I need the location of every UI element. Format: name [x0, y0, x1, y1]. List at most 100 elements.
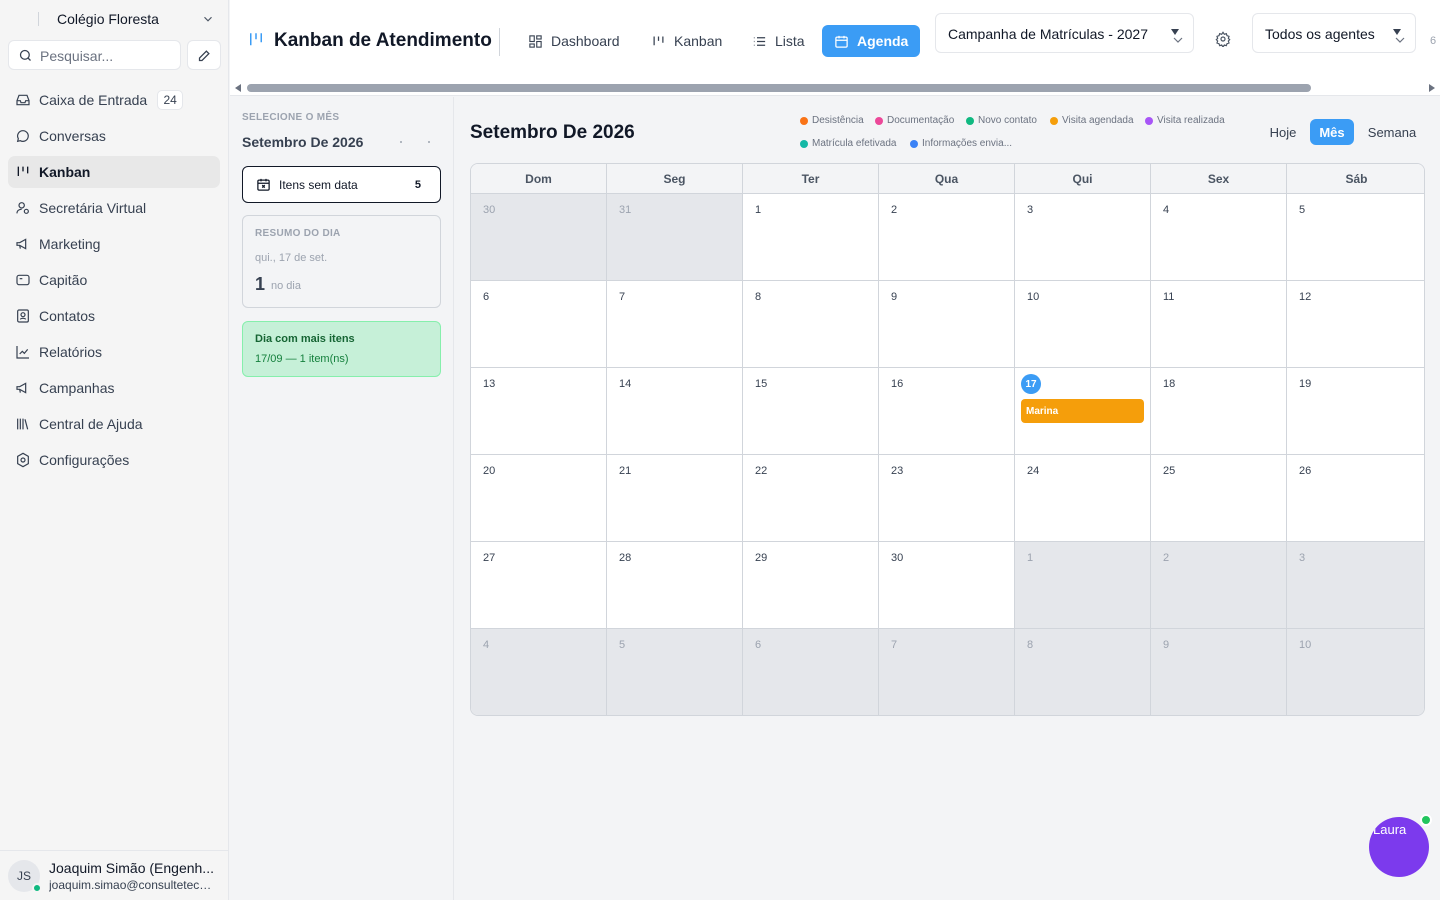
gear-icon[interactable] [1215, 31, 1231, 47]
today-button[interactable]: Hoje [1261, 119, 1305, 145]
calendar-day-cell[interactable]: 24 [1015, 455, 1151, 542]
calendar-day-cell[interactable]: 18 [1151, 368, 1287, 455]
calendar-day-cell[interactable]: 8 [743, 281, 879, 368]
calendar-day-cell[interactable]: 10 [1015, 281, 1151, 368]
sidebar-item-conversas[interactable]: Conversas [8, 120, 220, 152]
sidebar-item-relatorios[interactable]: Relatórios [8, 336, 220, 368]
campaign-select[interactable]: Campanha de Matrículas - 2027 [935, 13, 1194, 53]
list-icon [753, 36, 766, 46]
calendar-day-cell[interactable]: 25 [1151, 455, 1287, 542]
calendar-day-cell[interactable]: 7 [879, 629, 1015, 715]
calendar-day-cell[interactable]: 12 [1287, 281, 1424, 368]
calendar-day-cell[interactable]: 28 [607, 542, 743, 629]
weekday-header-cell: Qui [1015, 164, 1151, 194]
sidebar-item-kanban[interactable]: Kanban [8, 156, 220, 188]
sidebar-item-central-de-ajuda[interactable]: Central de Ajuda [8, 408, 220, 440]
no-date-items-button[interactable]: Itens sem data 5 [242, 166, 441, 203]
chat-bubble-icon [16, 130, 29, 143]
calendar-day-cell[interactable]: 13 [471, 368, 607, 455]
sidebar-item-campanhas[interactable]: Campanhas [8, 372, 220, 404]
search-input[interactable] [40, 46, 175, 66]
calendar-day-cell[interactable]: 27 [471, 542, 607, 629]
tab-label: Kanban [674, 33, 723, 49]
calendar-day-cell[interactable]: 14 [607, 368, 743, 455]
calendar-day-cell[interactable]: 4 [471, 629, 607, 715]
user-cog-icon [16, 202, 29, 214]
compose-button[interactable] [187, 40, 221, 70]
calendar-day-cell[interactable]: 3 [1015, 194, 1151, 281]
calendar-day-cell[interactable]: 29 [743, 542, 879, 629]
scroll-left-icon[interactable] [235, 84, 241, 92]
calendar-day-cell[interactable]: 30 [471, 194, 607, 281]
calendar-day-cell[interactable]: 5 [607, 629, 743, 715]
calendar-day-cell[interactable]: 8 [1015, 629, 1151, 715]
sidebar-item-configuracoes[interactable]: Configurações [8, 444, 220, 476]
day-number: 22 [755, 465, 768, 477]
calendar-day-cell[interactable]: 21 [607, 455, 743, 542]
calendar-day-cell[interactable]: 31 [607, 194, 743, 281]
sidebar-item-label: Secretária Virtual [39, 200, 147, 216]
month-panel: SELECIONE O MÊS Setembro De 2026 Itens s… [230, 97, 454, 900]
calendar-day-cell[interactable]: 2 [879, 194, 1015, 281]
day-number: 4 [483, 639, 490, 651]
sidebar-item-secretaria-virtual[interactable]: Secretária Virtual [8, 192, 220, 224]
calendar-day-cell[interactable]: 22 [743, 455, 879, 542]
sidebar-item-capitao[interactable]: Capitão [8, 264, 220, 296]
calendar-day-cell[interactable]: 9 [1151, 629, 1287, 715]
month-picker-value[interactable]: Setembro De 2026 [242, 134, 363, 150]
next-month-icon[interactable] [428, 141, 430, 143]
calendar-day-cell[interactable]: 7 [607, 281, 743, 368]
sidebar-item-inbox[interactable]: Caixa de Entrada 24 [8, 84, 220, 116]
user-profile[interactable]: JS Joaquim Simão (Engenh... joaquim.sima… [0, 850, 229, 900]
busiest-day-card[interactable]: Dia com mais itens 17/09 — 1 item(ns) [242, 321, 441, 377]
calendar-day-cell[interactable]: 19 [1287, 368, 1424, 455]
day-number: 11 [1163, 291, 1175, 303]
calendar-day-cell[interactable]: 17 Marina [1015, 368, 1151, 455]
calendar-day-cell[interactable]: 6 [743, 629, 879, 715]
kanban-icon [653, 36, 664, 45]
sidebar-nav: Caixa de Entrada 24 Conversas Kanban Sec… [8, 84, 220, 480]
day-number: 16 [891, 378, 904, 390]
legend-dot [1145, 116, 1153, 125]
chevron-down-icon[interactable] [201, 12, 215, 26]
calendar-day-cell[interactable]: 11 [1151, 281, 1287, 368]
day-number: 8 [1027, 639, 1034, 651]
calendar-day-cell[interactable]: 26 [1287, 455, 1424, 542]
calendar-event[interactable]: Marina [1021, 399, 1144, 423]
calendar-day-cell[interactable]: 10 [1287, 629, 1424, 715]
calendar-day-cell[interactable]: 3 [1287, 542, 1424, 629]
tab-kanban[interactable]: Kanban [643, 25, 730, 57]
calendar-day-cell[interactable]: 5 [1287, 194, 1424, 281]
tab-dashboard[interactable]: Dashboard [520, 25, 628, 57]
horizontal-scrollbar[interactable] [230, 80, 1440, 96]
day-number: 8 [755, 291, 762, 303]
scrollbar-thumb[interactable] [247, 84, 1311, 92]
day-number: 18 [1163, 378, 1176, 390]
calendar-day-cell[interactable]: 1 [1015, 542, 1151, 629]
prev-month-icon[interactable] [400, 141, 402, 143]
tab-lista[interactable]: Lista [744, 25, 813, 57]
month-view-button[interactable]: Mês [1310, 119, 1354, 145]
calendar-day-cell[interactable]: 4 [1151, 194, 1287, 281]
calendar-day-cell[interactable]: 23 [879, 455, 1015, 542]
day-number: 3 [1299, 552, 1306, 564]
week-view-button[interactable]: Semana [1361, 119, 1423, 145]
calendar-day-cell[interactable]: 2 [1151, 542, 1287, 629]
org-switcher[interactable]: Colégio Floresta [0, 0, 229, 38]
calendar-day-cell[interactable]: 30 [879, 542, 1015, 629]
day-number: 9 [1163, 639, 1170, 651]
sidebar-item-marketing[interactable]: Marketing [8, 228, 220, 260]
calendar-day-cell[interactable]: 6 [471, 281, 607, 368]
agents-select[interactable]: Todos os agentes [1252, 13, 1416, 53]
calendar-day-cell[interactable]: 15 [743, 368, 879, 455]
assistant-bubble[interactable]: Laura [1369, 817, 1429, 877]
calendar-day-cell[interactable]: 9 [879, 281, 1015, 368]
scroll-right-icon[interactable] [1429, 84, 1435, 92]
megaphone-icon [16, 238, 27, 250]
sidebar-item-contatos[interactable]: Contatos [8, 300, 220, 332]
calendar-day-cell[interactable]: 1 [743, 194, 879, 281]
tab-agenda[interactable]: Agenda [822, 25, 920, 57]
campaign-select-value: Campanha de Matrículas - 2027 [948, 26, 1148, 42]
calendar-day-cell[interactable]: 20 [471, 455, 607, 542]
calendar-day-cell[interactable]: 16 [879, 368, 1015, 455]
